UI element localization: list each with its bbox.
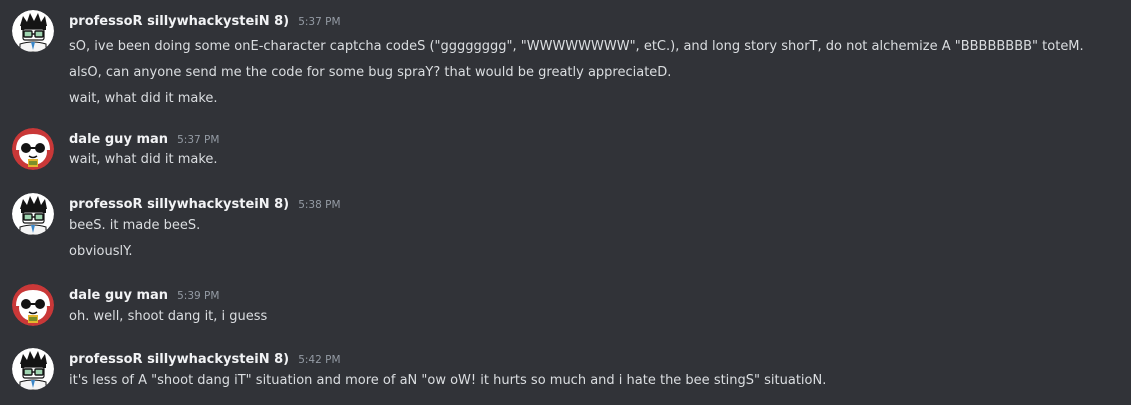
timestamp[interactable]: 5:38 PM: [298, 199, 340, 211]
timestamp[interactable]: 5:37 PM: [298, 16, 340, 28]
message-header: dale guy man 5:39 PM: [69, 284, 219, 306]
chat-message-list: professoR sillywhackysteiN 8) 5:37 PM sO…: [0, 0, 1131, 405]
message-text: obviouslY.: [69, 244, 133, 259]
timestamp[interactable]: 5:37 PM: [177, 134, 219, 146]
username[interactable]: dale guy man: [69, 132, 168, 147]
message-text: beeS. it made beeS.: [69, 218, 201, 233]
dale-avatar-icon[interactable]: [12, 284, 54, 326]
username[interactable]: professoR sillywhackysteiN 8): [69, 352, 289, 367]
message-text: wait, what did it make.: [69, 152, 218, 167]
timestamp[interactable]: 5:42 PM: [298, 354, 340, 366]
message-text: sO, ive been doing some onE-character ca…: [69, 39, 1084, 54]
timestamp[interactable]: 5:39 PM: [177, 290, 219, 302]
message-text: oh. well, shoot dang it, i guess: [69, 309, 268, 324]
username[interactable]: dale guy man: [69, 288, 168, 303]
message-header: professoR sillywhackysteiN 8) 5:37 PM: [69, 10, 341, 32]
message-header: professoR sillywhackysteiN 8) 5:42 PM: [69, 348, 341, 370]
message-text: it's less of A "shoot dang iT" situation…: [69, 373, 827, 388]
message-header: dale guy man 5:37 PM: [69, 128, 219, 150]
professor-avatar-icon[interactable]: [12, 348, 54, 390]
username[interactable]: professoR sillywhackysteiN 8): [69, 14, 289, 29]
dale-avatar-icon[interactable]: [12, 128, 54, 170]
professor-avatar-icon[interactable]: [12, 193, 54, 235]
message-header: professoR sillywhackysteiN 8) 5:38 PM: [69, 193, 341, 215]
message-text: alsO, can anyone send me the code for so…: [69, 65, 672, 80]
professor-avatar-icon[interactable]: [12, 10, 54, 52]
username[interactable]: professoR sillywhackysteiN 8): [69, 197, 289, 212]
message-text: wait, what did it make.: [69, 91, 218, 106]
